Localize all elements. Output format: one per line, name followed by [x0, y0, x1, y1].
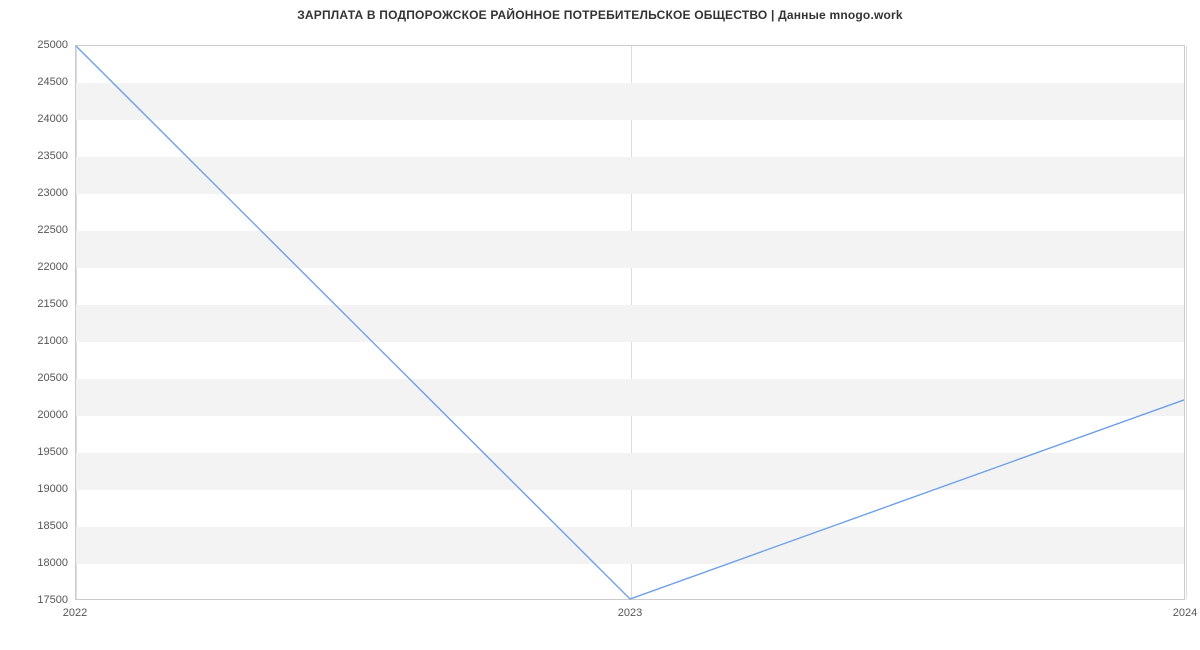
y-tick-label: 18000 — [8, 557, 68, 569]
y-tick-label: 19500 — [8, 446, 68, 458]
y-tick-label: 24500 — [8, 76, 68, 88]
line-path-svg — [76, 46, 1184, 599]
y-tick-label: 23500 — [8, 150, 68, 162]
y-tick-label: 20500 — [8, 372, 68, 384]
grid-vertical — [1186, 46, 1187, 599]
x-tick-label: 2022 — [63, 607, 87, 619]
y-tick-label: 22500 — [8, 224, 68, 236]
y-tick-label: 17500 — [8, 594, 68, 606]
x-tick-label: 2024 — [1173, 607, 1197, 619]
y-tick-label: 24000 — [8, 113, 68, 125]
chart-title: ЗАРПЛАТА В ПОДПОРОЖСКОЕ РАЙОННОЕ ПОТРЕБИ… — [0, 8, 1200, 22]
y-tick-label: 20000 — [8, 409, 68, 421]
y-tick-label: 18500 — [8, 520, 68, 532]
y-tick-label: 21500 — [8, 298, 68, 310]
series-line — [76, 46, 1184, 599]
y-tick-label: 23000 — [8, 187, 68, 199]
salary-line-chart: ЗАРПЛАТА В ПОДПОРОЖСКОЕ РАЙОННОЕ ПОТРЕБИ… — [0, 0, 1200, 650]
y-tick-label: 19000 — [8, 483, 68, 495]
y-tick-label: 21000 — [8, 335, 68, 347]
y-tick-label: 22000 — [8, 261, 68, 273]
y-tick-label: 25000 — [8, 39, 68, 51]
plot-area — [75, 45, 1185, 600]
x-tick-label: 2023 — [618, 607, 642, 619]
